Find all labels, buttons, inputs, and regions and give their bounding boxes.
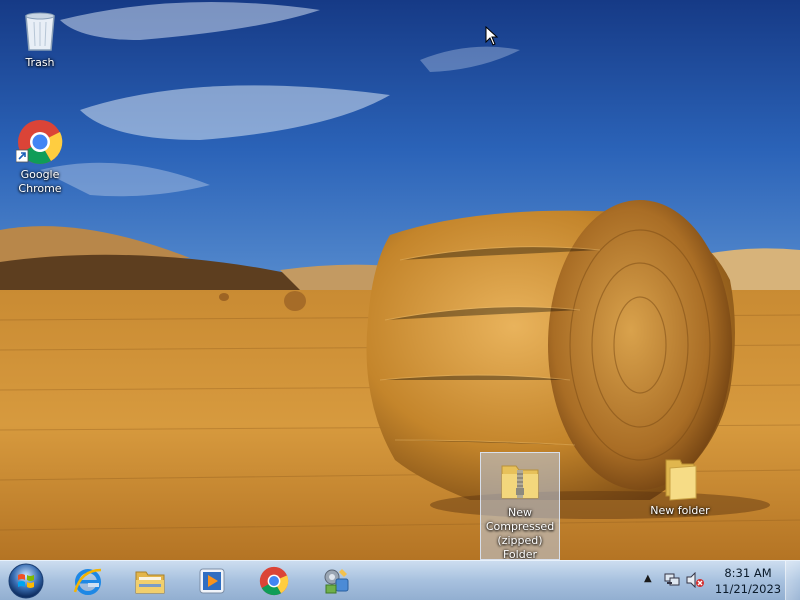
taskbar-file-explorer[interactable]	[126, 563, 174, 599]
clock[interactable]: 8:31 AM 11/21/2023	[710, 565, 786, 597]
start-button[interactable]	[6, 562, 46, 600]
desktop-icon-label: Google Chrome	[18, 168, 62, 195]
taskbar-google-chrome[interactable]	[250, 563, 298, 599]
chrome-icon	[259, 566, 289, 596]
desktop-icon-label: New folder	[650, 504, 710, 517]
taskbar: ▲ 8:31 AM 11/21/2023	[0, 560, 800, 601]
mouse-cursor-icon	[485, 26, 499, 46]
clock-time: 8:31 AM	[724, 566, 772, 580]
desktop-icon-trash[interactable]: Trash	[2, 6, 78, 70]
control-panel-icon	[324, 569, 349, 594]
desktop-icon-label: New Compressed (zipped) Folder	[485, 506, 555, 560]
desktop-icon-label: Trash	[25, 56, 55, 69]
taskbar-media-player[interactable]	[188, 563, 236, 599]
desktop-icon-google-chrome[interactable]: Google Chrome	[2, 118, 78, 196]
network-icon[interactable]	[664, 572, 680, 588]
folder-icon	[656, 454, 704, 502]
recycle-bin-icon	[16, 6, 64, 54]
volume-muted-icon[interactable]	[686, 572, 704, 588]
system-tray: ▲ 8:31 AM 11/21/2023	[640, 561, 800, 601]
chrome-icon	[15, 118, 64, 166]
taskbar-internet-explorer[interactable]	[64, 563, 112, 599]
windows-start-icon	[8, 563, 44, 599]
zip-folder-icon	[496, 456, 544, 504]
taskbar-control-panel[interactable]	[312, 563, 360, 599]
desktop-icon-zipped-folder[interactable]: New Compressed (zipped) Folder	[480, 452, 560, 560]
show-desktop-button[interactable]	[785, 561, 800, 601]
media-player-icon	[199, 568, 225, 594]
clock-date: 11/21/2023	[714, 582, 782, 596]
show-hidden-icons-arrow[interactable]: ▲	[644, 573, 656, 587]
file-explorer-icon	[135, 571, 165, 594]
internet-explorer-icon	[73, 568, 102, 595]
desktop-icon-new-folder[interactable]: New folder	[642, 454, 718, 518]
